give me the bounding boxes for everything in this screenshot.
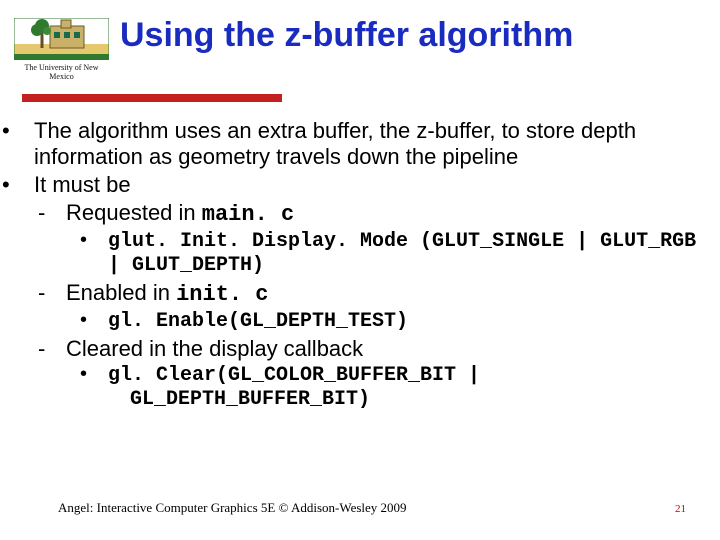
bullet-level2: -Cleared in the display callback [50, 336, 706, 362]
bullet-text: Enabled in [66, 280, 176, 305]
bullet-text: The algorithm uses an extra buffer, the … [34, 118, 636, 169]
bullet-level3: •gl. Clear(GL_COLOR_BUFFER_BIT | [92, 363, 706, 388]
slide-footer: Angel: Interactive Computer Graphics 5E … [0, 500, 720, 516]
page-number: 21 [675, 503, 686, 515]
campus-icon [14, 18, 109, 60]
code-inline: main. c [202, 202, 294, 227]
bullet-level1: •The algorithm uses an extra buffer, the… [14, 118, 706, 170]
bullet-level3: •gl. Enable(GL_DEPTH_TEST) [92, 309, 706, 334]
slide-title: Using the z-buffer algorithm [120, 16, 573, 55]
bullet-text: Cleared in the display callback [66, 336, 363, 361]
code-inline: gl. Enable(GL_DEPTH_TEST) [108, 310, 408, 333]
code-inline: GL_DEPTH_BUFFER_BIT) [130, 388, 370, 411]
code-inline: gl. Clear(GL_COLOR_BUFFER_BIT | [108, 364, 480, 387]
unm-logo: The University of New Mexico [14, 18, 109, 78]
bullet-level3: •glut. Init. Display. Mode (GLUT_SINGLE … [92, 229, 706, 278]
footer-citation: Angel: Interactive Computer Graphics 5E … [58, 500, 407, 516]
bullet-level3-continuation: GL_DEPTH_BUFFER_BIT) [130, 387, 706, 412]
divider-bar [22, 94, 282, 102]
bullet-level2: -Enabled in init. c [50, 280, 706, 308]
bullet-text: Requested in [66, 200, 202, 225]
bullet-level1: •It must be [14, 172, 706, 198]
code-inline: glut. Init. Display. Mode (GLUT_SINGLE |… [108, 230, 696, 278]
slide-body: •The algorithm uses an extra buffer, the… [14, 118, 706, 412]
code-inline: init. c [176, 282, 268, 307]
bullet-level2: -Requested in main. c [50, 200, 706, 228]
bullet-text: It must be [34, 172, 131, 197]
logo-caption: The University of New Mexico [14, 63, 109, 81]
